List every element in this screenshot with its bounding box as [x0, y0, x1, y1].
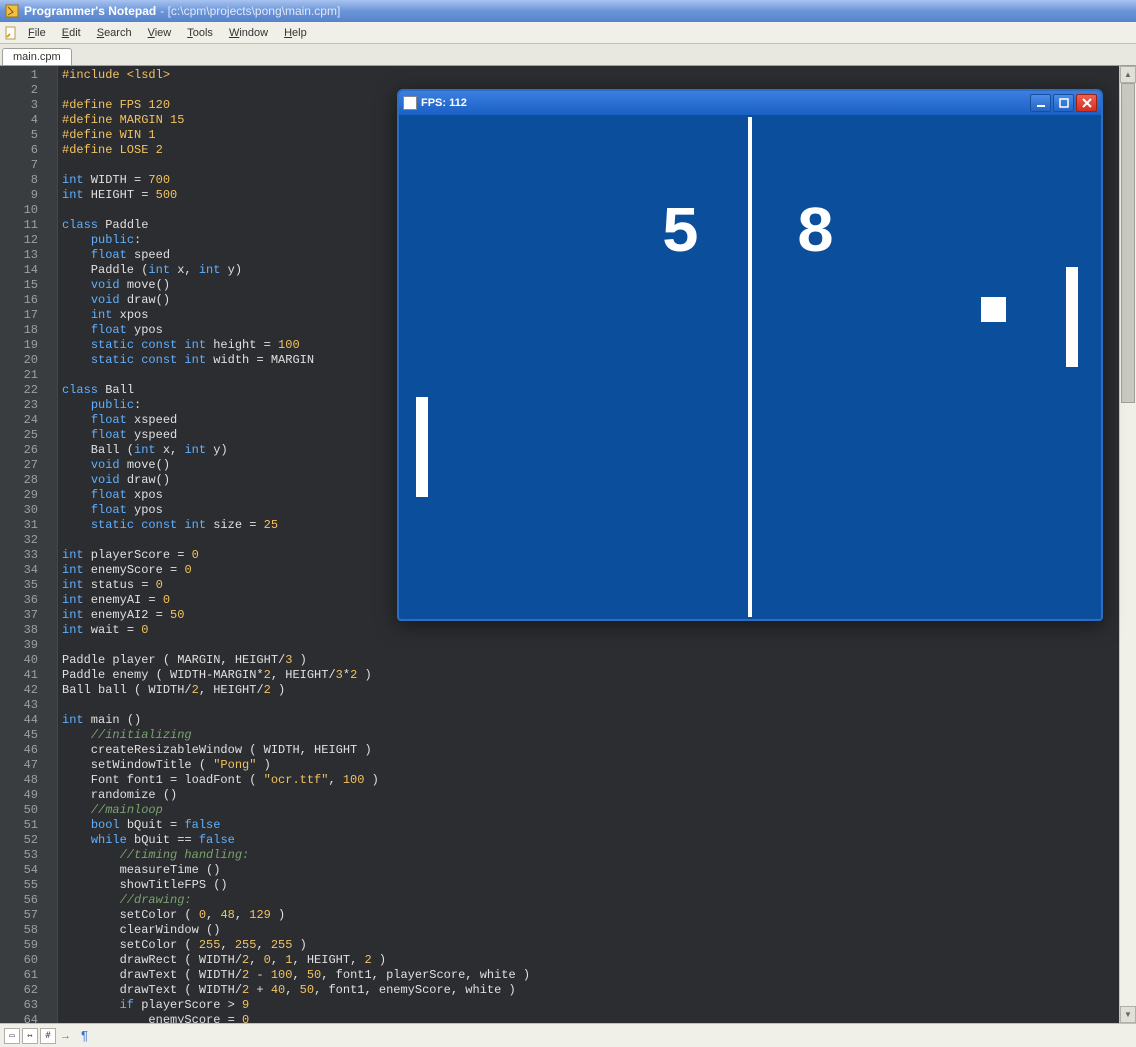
game-title: FPS: 112: [421, 97, 467, 109]
scroll-up-arrow[interactable]: ▲: [1120, 66, 1136, 83]
menu-help[interactable]: Help: [276, 25, 315, 41]
new-file-icon[interactable]: [2, 26, 20, 40]
fold-column: [44, 66, 58, 1023]
minimize-button[interactable]: [1030, 94, 1051, 112]
status-arrow-icon: →: [60, 1030, 71, 1042]
game-canvas: 5 8: [401, 117, 1099, 617]
tab-main-cpm[interactable]: main.cpm: [2, 48, 72, 65]
game-app-icon: [403, 96, 417, 110]
app-icon: [4, 3, 20, 19]
app-title: Programmer's Notepad: [24, 4, 156, 18]
menubar: File Edit Search View Tools Window Help: [0, 22, 1136, 44]
enemy-paddle: [1066, 267, 1078, 367]
menu-edit[interactable]: Edit: [54, 25, 89, 41]
player-score: 5: [661, 197, 696, 271]
player-paddle: [416, 397, 428, 497]
statusbar: ▭ ↔ # → ¶: [0, 1023, 1136, 1047]
enemy-score: 8: [796, 197, 831, 271]
game-titlebar[interactable]: FPS: 112: [399, 91, 1101, 115]
tabbar: main.cpm: [0, 44, 1136, 66]
ball: [981, 297, 1006, 322]
status-btn-1[interactable]: ▭: [4, 1028, 20, 1044]
status-btn-2[interactable]: ↔: [22, 1028, 38, 1044]
maximize-button[interactable]: [1053, 94, 1074, 112]
pilcrow-icon[interactable]: ¶: [81, 1028, 88, 1043]
close-button[interactable]: [1076, 94, 1097, 112]
net-line: [748, 117, 752, 617]
scroll-down-arrow[interactable]: ▼: [1120, 1006, 1136, 1023]
doc-path: - [c:\cpm\projects\pong\main.cpm]: [160, 4, 340, 18]
menu-window[interactable]: Window: [221, 25, 276, 41]
line-number-gutter: 1234567891011121314151617181920212223242…: [0, 66, 44, 1023]
vertical-scrollbar[interactable]: ▲ ▼: [1119, 66, 1136, 1023]
game-window[interactable]: FPS: 112 5 8: [397, 89, 1103, 621]
menu-search[interactable]: Search: [89, 25, 140, 41]
menu-view[interactable]: View: [140, 25, 180, 41]
menu-file[interactable]: File: [20, 25, 54, 41]
status-btn-3[interactable]: #: [40, 1028, 56, 1044]
scroll-thumb[interactable]: [1121, 83, 1135, 403]
menu-tools[interactable]: Tools: [179, 25, 221, 41]
main-titlebar: Programmer's Notepad - [c:\cpm\projects\…: [0, 0, 1136, 22]
